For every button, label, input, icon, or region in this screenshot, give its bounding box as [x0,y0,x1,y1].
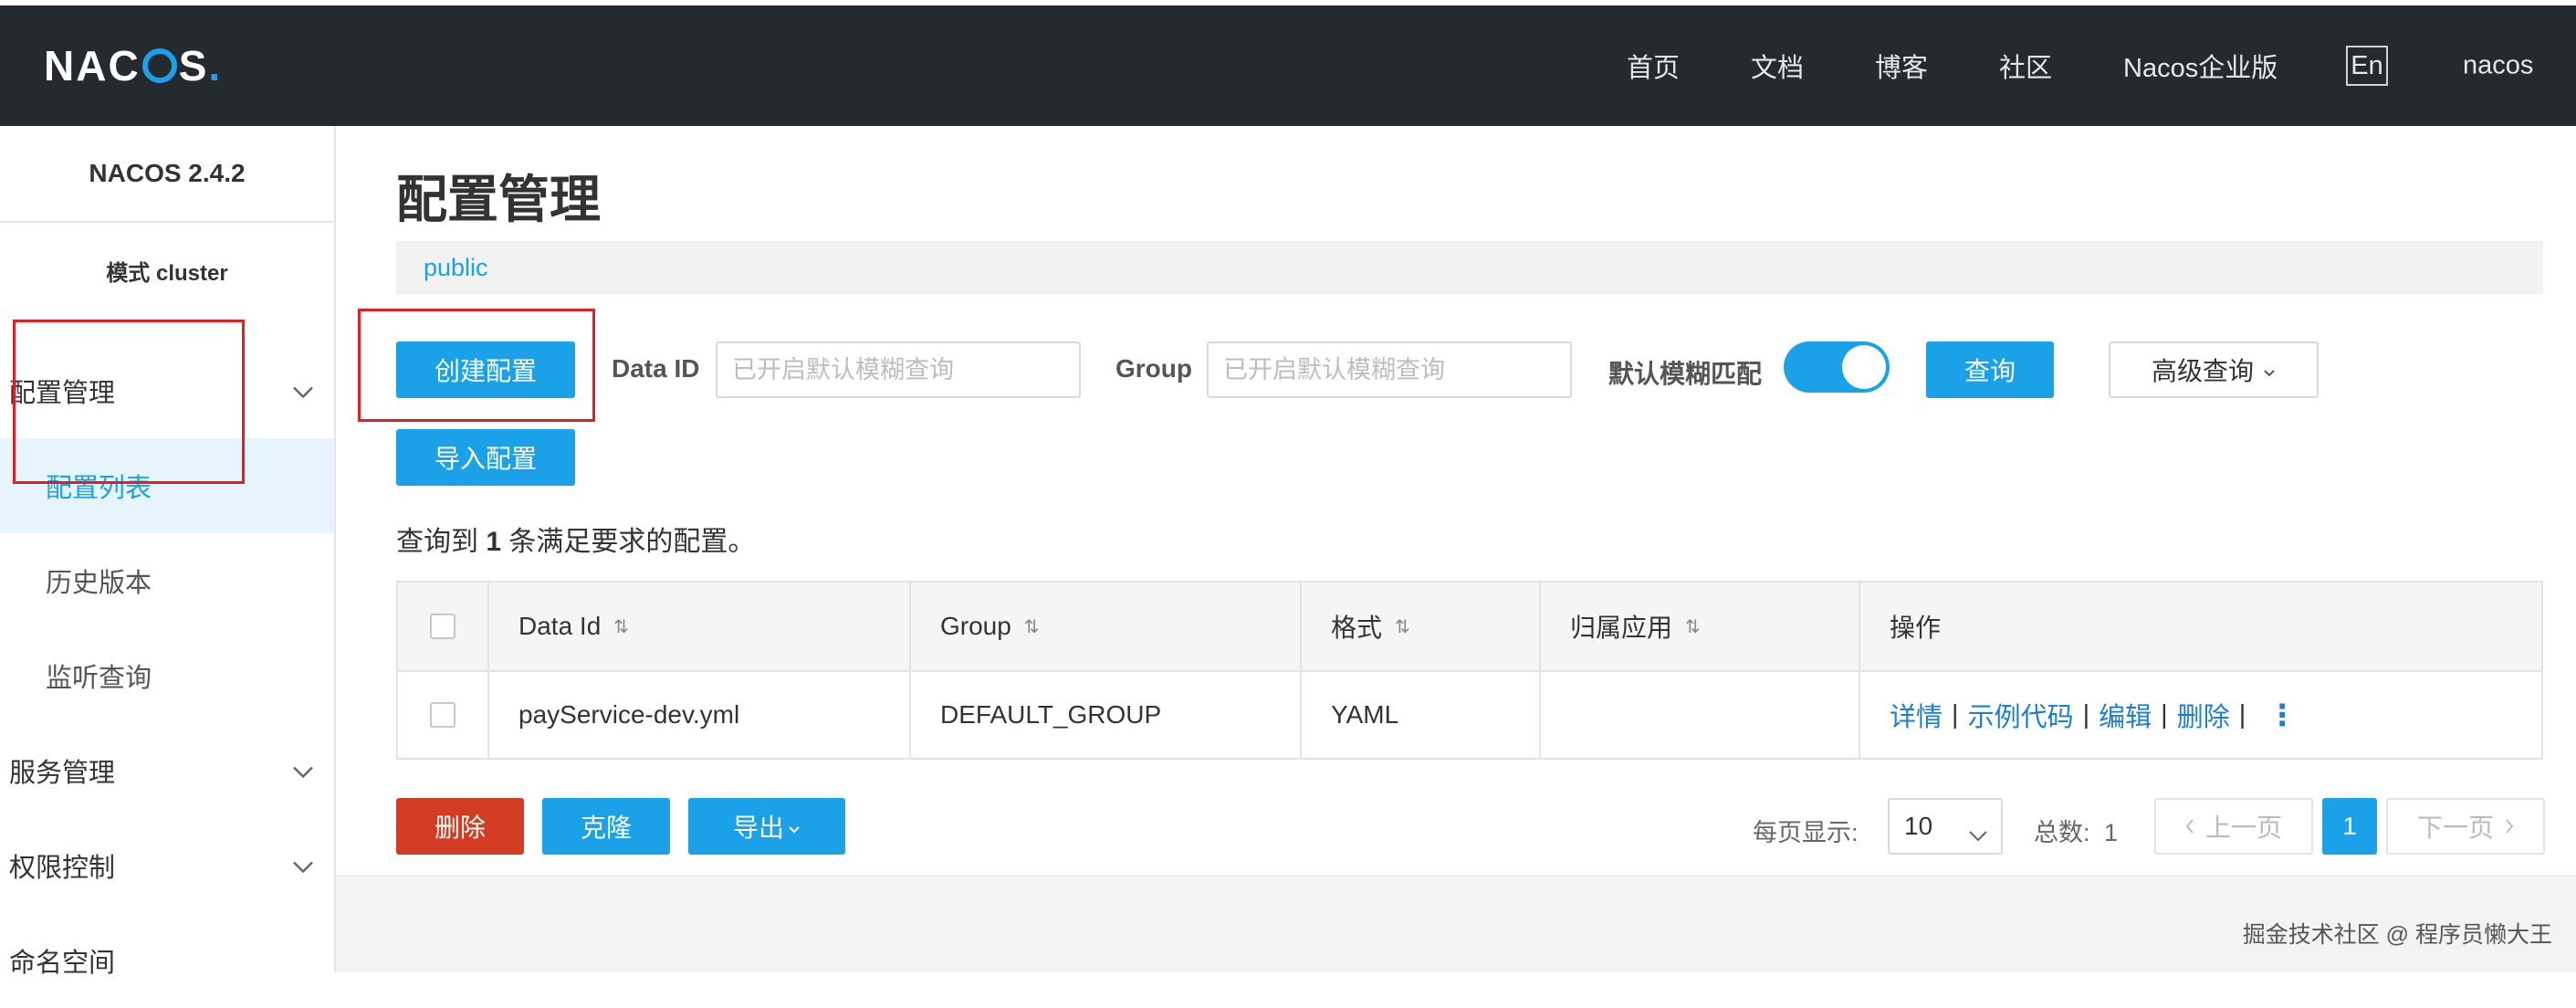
sort-icon[interactable]: ⇅ [1685,615,1701,638]
prev-page-button[interactable]: 上一页 [2154,798,2313,855]
sidebar-version: NACOS 2.4.2 [0,126,334,223]
sort-icon[interactable]: ⇅ [1024,615,1040,638]
total-count: 1 [2104,819,2119,846]
advanced-query-button[interactable]: 高级查询 [2109,341,2319,398]
nav-docs[interactable]: 文档 [1751,47,1804,85]
sidebar-item-history[interactable]: 历史版本 [0,533,334,628]
column-header-app[interactable]: 归属应用 ⇅ [1541,583,1860,670]
more-vertical-icon[interactable]: ⋮ [2267,698,2297,732]
chevron-down-icon [292,756,314,786]
result-summary: 查询到 1 条满足要求的配置。 [396,527,756,557]
data-id-input[interactable] [716,341,1081,398]
page-title: 配置管理 [396,171,601,228]
group-label: Group [1115,354,1192,383]
chevron-right-icon [2505,812,2514,841]
annotation-highlight-box [358,309,595,422]
result-count: 1 [486,527,502,557]
top-nav: 首页 文档 博客 社区 Nacos企业版 nacos [0,5,2576,126]
nav-user[interactable]: nacos [2463,51,2533,81]
action-edit-link[interactable]: 编辑 [2099,696,2152,734]
annotation-highlight-box [13,320,245,484]
sort-icon[interactable]: ⇅ [613,615,629,638]
chevron-down-icon [1968,820,1988,849]
sidebar-mode: 模式 cluster [106,260,228,286]
language-toggle-button[interactable]: En [2346,46,2388,86]
page-size-select[interactable]: 10 [1888,798,2003,855]
sidebar-group-access-control[interactable]: 权限控制 [0,818,334,913]
total-label: 总数: 1 [2034,819,2119,846]
bulk-clone-button[interactable]: 克隆 [542,798,670,855]
column-header-group[interactable]: Group ⇅ [911,583,1302,670]
row-checkbox[interactable] [430,702,456,728]
nav-community[interactable]: 社区 [1999,47,2052,85]
row-checkbox-cell [398,672,489,758]
cell-app [1541,672,1860,758]
sidebar-group-service-management[interactable]: 服务管理 [0,723,334,818]
select-all-checkbox[interactable] [430,614,456,639]
watermark: 掘金技术社区 @ 程序员懒大王 [2242,922,2552,948]
import-config-button[interactable]: 导入配置 [396,429,575,486]
action-delete-link[interactable]: 删除 [2177,696,2230,734]
group-input[interactable] [1207,341,1572,398]
bulk-export-button[interactable]: 导出 [688,798,845,855]
chevron-down-icon [788,812,801,841]
chevron-down-icon [2263,355,2276,384]
next-page-button[interactable]: 下一页 [2386,798,2545,855]
action-detail-link[interactable]: 详情 [1890,696,1942,734]
header-checkbox-cell [398,583,489,670]
cell-data-id: payService-dev.yml [489,672,911,758]
chevron-down-icon [292,851,314,881]
fuzzy-match-toggle[interactable] [1784,341,1890,393]
config-table: Data Id ⇅ Group ⇅ 格式 ⇅ 归属应用 ⇅ 操作 payService-… [396,581,2543,760]
bulk-delete-button[interactable]: 删除 [396,798,524,855]
sidebar: NACOS 2.4.2 模式 cluster 配置管理 配置列表 历史版本 监听… [0,126,336,978]
main-content: 配置管理 public 创建配置 Data ID Group 默认模糊匹配 查询… [336,126,2576,971]
page-1-button[interactable]: 1 [2322,798,2377,855]
namespace-link[interactable]: public [424,254,488,282]
fuzzy-match-label: 默认模糊匹配 [1608,360,1763,388]
page-size-label: 每页显示: [1753,819,1859,846]
cell-actions: 详情 | 示例代码 | 编辑 | 删除 | ⋮ [1860,672,2541,758]
column-header-format[interactable]: 格式 ⇅ [1302,583,1541,670]
cell-format: YAML [1302,672,1541,758]
table-row: payService-dev.yml DEFAULT_GROUP YAML 详情… [398,672,2541,758]
toggle-knob [1842,345,1886,389]
sort-icon[interactable]: ⇅ [1395,615,1410,638]
chevron-left-icon [2185,812,2194,841]
action-sample-code-link[interactable]: 示例代码 [1968,696,2074,734]
query-button[interactable]: 查询 [1926,341,2054,398]
cell-group: DEFAULT_GROUP [911,672,1302,758]
nav-blog[interactable]: 博客 [1875,47,1928,85]
column-header-data-id[interactable]: Data Id ⇅ [489,583,911,670]
data-id-label: Data ID [612,354,700,383]
nav-enterprise[interactable]: Nacos企业版 [2123,47,2278,85]
sidebar-group-namespace[interactable]: 命名空间 [0,913,334,1008]
chevron-down-icon [292,376,314,406]
nav-home[interactable]: 首页 [1627,47,1680,85]
content-footer-area: 掘金技术社区 @ 程序员懒大王 [336,875,2576,971]
sidebar-item-listener-query[interactable]: 监听查询 [0,628,334,723]
column-header-actions: 操作 [1890,614,1942,642]
table-header: Data Id ⇅ Group ⇅ 格式 ⇅ 归属应用 ⇅ 操作 [398,583,2541,672]
namespace-bar: public [396,241,2543,294]
